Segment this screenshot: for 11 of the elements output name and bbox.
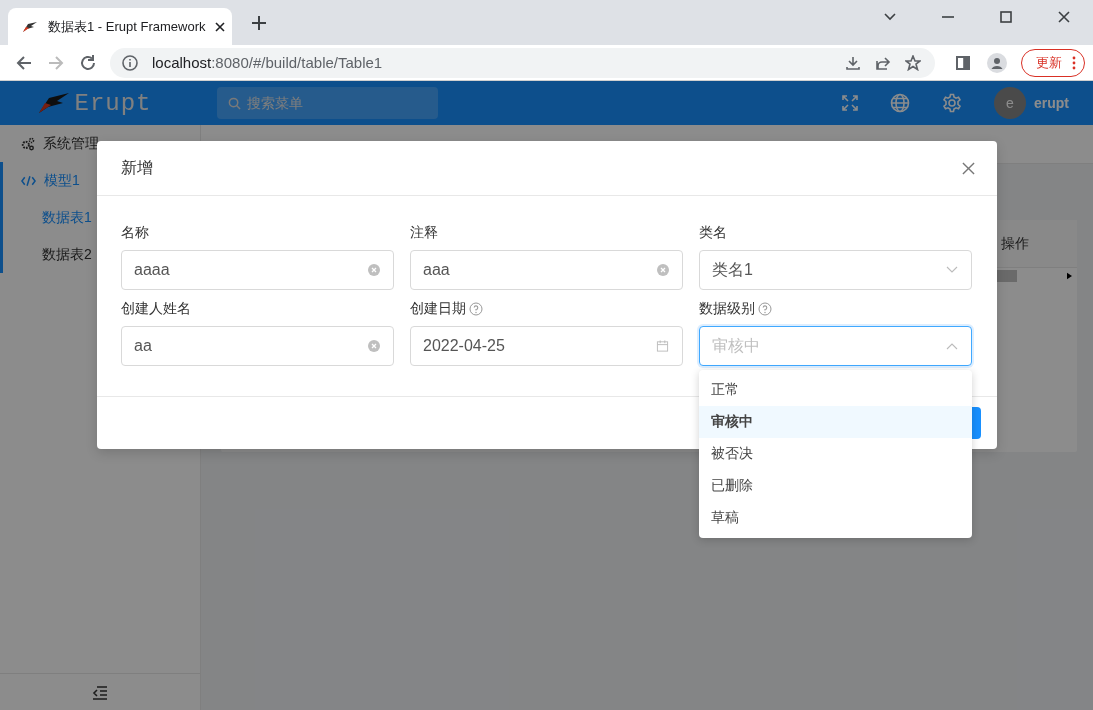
field-label: 类名 xyxy=(699,224,727,242)
tab-title: 数据表1 - Erupt Framework xyxy=(48,17,206,36)
field-label: 注释 xyxy=(410,224,438,242)
url-text: localhost:8080/#/build/table/Table1 xyxy=(152,54,383,71)
dialog-title: 新增 xyxy=(121,157,153,178)
logo-text: Erupt xyxy=(74,89,152,117)
column-header: 操作 xyxy=(1001,234,1030,253)
field-label: 名称 xyxy=(121,224,149,242)
field-label: 创建人姓名 xyxy=(121,300,191,318)
field-label: 创建日期 xyxy=(410,300,466,318)
field-label: 数据级别 xyxy=(699,300,755,318)
